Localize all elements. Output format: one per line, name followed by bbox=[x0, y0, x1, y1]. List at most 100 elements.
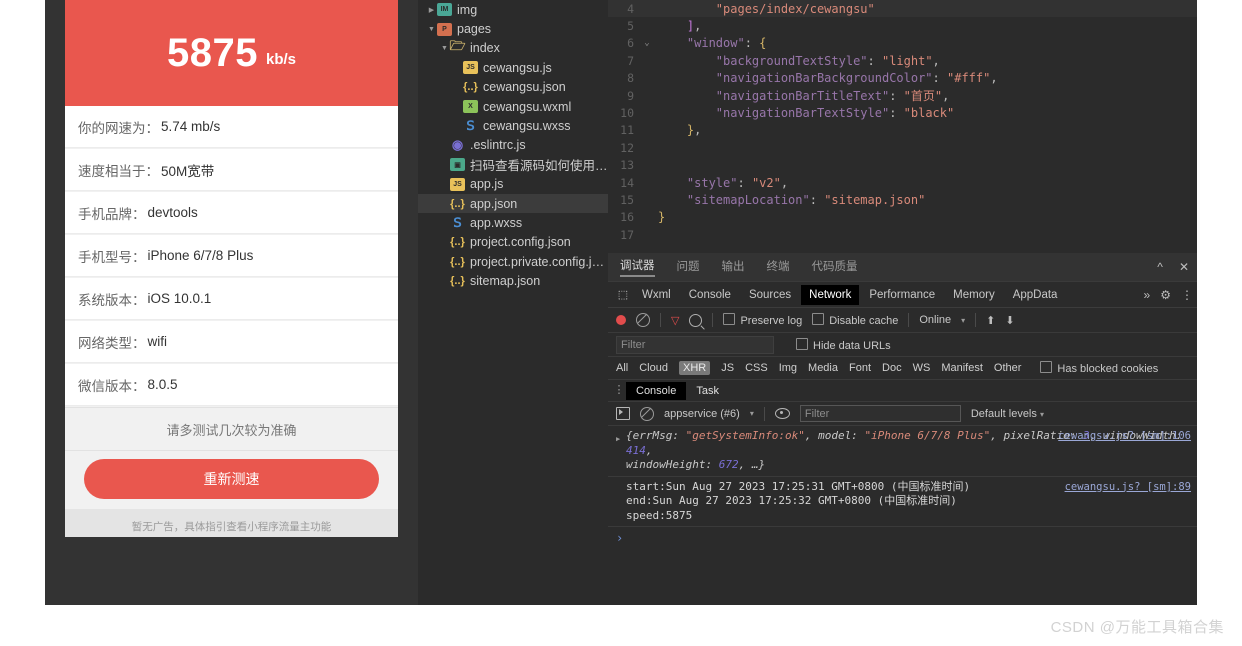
file-tree-item[interactable]: ▣ 扫码查看源码如何使用.... bbox=[418, 155, 608, 174]
preserve-log-checkbox[interactable]: Preserve log bbox=[723, 313, 802, 327]
resource-filter-font[interactable]: Font bbox=[849, 362, 871, 374]
export-har-icon[interactable]: ⬇ bbox=[1005, 314, 1014, 327]
clear-console-icon[interactable] bbox=[640, 406, 654, 421]
inspect-element-icon[interactable]: ⬚ bbox=[612, 288, 634, 301]
code-line[interactable]: 12 bbox=[608, 139, 1197, 156]
drawer-tab-console[interactable]: Console bbox=[626, 381, 687, 400]
more-tabs-icon[interactable]: » bbox=[1144, 288, 1151, 302]
panel-tab-performance[interactable]: Performance bbox=[861, 285, 943, 305]
code-line[interactable]: 16} bbox=[608, 209, 1197, 226]
code-editor[interactable]: 4 "pages/index/cewangsu" 5 ], 6 ⌄ "window":… bbox=[608, 0, 1197, 253]
code-line[interactable]: 5 ], bbox=[608, 17, 1197, 34]
chevron-down-icon[interactable]: ▾ bbox=[750, 409, 754, 418]
code-line[interactable]: 6 ⌄ "window": { bbox=[608, 35, 1197, 52]
console-message-source[interactable]: cewangsu.js? [sm]:89 bbox=[1065, 480, 1191, 495]
expand-triangle-icon[interactable]: ▶ bbox=[616, 432, 620, 447]
network-filter-input[interactable]: Filter bbox=[616, 335, 774, 354]
chevron-down-icon[interactable]: ▾ bbox=[961, 316, 965, 325]
code-line[interactable]: 7 "backgroundTextStyle": "light", bbox=[608, 52, 1197, 69]
kebab-icon[interactable]: ⋮ bbox=[1181, 288, 1193, 302]
panel-tab-appdata[interactable]: AppData bbox=[1005, 285, 1066, 305]
devtools-top-tabbar[interactable]: 调试器 问题 输出 终端 代码质量 ^ ✕ bbox=[608, 253, 1197, 282]
code-line[interactable]: 13 bbox=[608, 157, 1197, 174]
resource-filter-xhr[interactable]: XHR bbox=[678, 361, 711, 375]
file-tree-item[interactable]: 𝖲app.wxss bbox=[418, 213, 608, 232]
funnel-icon[interactable]: ▽ bbox=[671, 314, 679, 327]
panel-tab-memory[interactable]: Memory bbox=[945, 285, 1003, 305]
console-message[interactable]: cewangsu.js? [sm]:89 start:Sun Aug 27 202… bbox=[608, 477, 1197, 527]
clear-icon[interactable] bbox=[636, 313, 650, 327]
code-line[interactable]: 8 "navigationBarBackgroundColor": "#fff"… bbox=[608, 70, 1197, 87]
network-filter-row[interactable]: Filter Hide data URLs bbox=[608, 333, 1197, 357]
file-tree-item[interactable]: ▼ Ppages bbox=[418, 19, 608, 38]
file-tree-item[interactable]: {..} app.json bbox=[418, 193, 608, 214]
file-tree-item[interactable]: ▶ IM img bbox=[418, 0, 608, 19]
file-explorer[interactable]: ▶ IM img ▼ Ppages ▼ 🗁 index JS cewangsu.js {..} cew… bbox=[418, 0, 608, 605]
file-tree-item[interactable]: ◉ .eslintrc.js bbox=[418, 136, 608, 155]
gear-icon[interactable]: ⚙ bbox=[1160, 288, 1171, 302]
close-icon[interactable]: ✕ bbox=[1179, 260, 1189, 274]
collapse-icon[interactable]: ^ bbox=[1157, 260, 1163, 274]
panel-tab-wxml[interactable]: Wxml bbox=[634, 285, 679, 305]
panel-tab-network[interactable]: Network bbox=[801, 284, 860, 305]
search-icon[interactable] bbox=[689, 313, 703, 327]
code-line[interactable]: 4 "pages/index/cewangsu" bbox=[608, 0, 1197, 18]
chevron-right-icon[interactable]: ▶ bbox=[426, 6, 437, 14]
hide-data-urls-checkbox[interactable]: Hide data URLs bbox=[796, 336, 891, 354]
resource-filter-doc[interactable]: Doc bbox=[882, 362, 902, 374]
fold-chevron-icon[interactable]: ⌄ bbox=[640, 38, 654, 48]
console-message[interactable]: ▶ cewangsu.js? [sm]:106 {errMsg: "getSyste… bbox=[608, 426, 1197, 477]
tab-output[interactable]: 输出 bbox=[722, 258, 745, 276]
code-line[interactable]: 15 "sitemapLocation": "sitemap.json" bbox=[608, 191, 1197, 208]
record-icon[interactable] bbox=[616, 315, 626, 325]
console-message-source[interactable]: cewangsu.js? [sm]:106 bbox=[1058, 429, 1191, 444]
resource-type-filters[interactable]: All Cloud XHR JS CSS Img Media Font Doc WS Manifes… bbox=[608, 357, 1197, 380]
file-tree-item[interactable]: {..} project.config.json bbox=[418, 233, 608, 252]
resource-filter-img[interactable]: Img bbox=[779, 362, 797, 374]
tab-terminal[interactable]: 终端 bbox=[767, 258, 790, 276]
console-toolbar[interactable]: appservice (#6) ▾ Filter Default levels … bbox=[608, 402, 1197, 426]
resource-filter-css[interactable]: CSS bbox=[745, 362, 768, 374]
file-tree-item[interactable]: Xcewangsu.wxml bbox=[418, 97, 608, 116]
drawer-tab-task[interactable]: Task bbox=[686, 382, 729, 400]
console-prompt[interactable]: › bbox=[608, 527, 1197, 549]
drawer-kebab-icon[interactable]: ⋮ bbox=[612, 385, 626, 396]
console-filter-input[interactable]: Filter bbox=[799, 405, 961, 422]
file-tree-item[interactable]: JS app.js bbox=[418, 175, 608, 194]
blocked-cookies-checkbox[interactable]: Has blocked cookies bbox=[1040, 361, 1158, 375]
import-har-icon[interactable]: ⬆ bbox=[986, 314, 995, 327]
resource-filter-js[interactable]: JS bbox=[721, 362, 734, 374]
file-tree-item[interactable]: {..} cewangsu.json bbox=[418, 78, 608, 97]
chevron-down-icon[interactable]: ▼ bbox=[439, 45, 450, 52]
tab-problems[interactable]: 问题 bbox=[677, 258, 700, 276]
panel-tab-sources[interactable]: Sources bbox=[741, 285, 799, 305]
code-line[interactable]: 14 "style": "v2", bbox=[608, 174, 1197, 191]
file-tree-item[interactable]: {..} sitemap.json bbox=[418, 271, 608, 290]
console-sidebar-icon[interactable] bbox=[616, 407, 630, 420]
file-tree-item[interactable]: 𝖲cewangsu.wxss bbox=[418, 116, 608, 135]
resource-filter-cloud[interactable]: Cloud bbox=[639, 362, 668, 374]
disable-cache-checkbox[interactable]: Disable cache bbox=[812, 313, 898, 327]
console-levels-select[interactable]: Default levels ▾ bbox=[971, 408, 1044, 420]
live-expression-icon[interactable] bbox=[774, 408, 790, 419]
throttling-select[interactable]: Online bbox=[919, 314, 951, 326]
devtools-panel-tabbar[interactable]: ⬚ Wxml Console Sources Network Performance Mem… bbox=[608, 282, 1197, 308]
chevron-down-icon[interactable]: ▼ bbox=[426, 26, 437, 33]
resource-filter-all[interactable]: All bbox=[616, 362, 628, 374]
tab-debugger[interactable]: 调试器 bbox=[620, 257, 655, 277]
console-context-select[interactable]: appservice (#6) bbox=[664, 408, 740, 420]
resource-filter-ws[interactable]: WS bbox=[913, 362, 931, 374]
resource-filter-manifest[interactable]: Manifest bbox=[941, 362, 983, 374]
network-toolbar[interactable]: ▽ Preserve log Disable cache Online ▾ ⬆ … bbox=[608, 308, 1197, 333]
file-tree-item[interactable]: JS cewangsu.js bbox=[418, 58, 608, 77]
tab-code-quality[interactable]: 代码质量 bbox=[812, 258, 858, 276]
panel-tab-console[interactable]: Console bbox=[681, 285, 739, 305]
code-line[interactable]: 17 bbox=[608, 226, 1197, 243]
resource-filter-other[interactable]: Other bbox=[994, 362, 1022, 374]
code-line[interactable]: 9 "navigationBarTitleText": "首页", bbox=[608, 87, 1197, 104]
drawer-tabbar[interactable]: ⋮ Console Task bbox=[608, 380, 1197, 402]
code-line[interactable]: 10 "navigationBarTextStyle": "black" bbox=[608, 104, 1197, 121]
file-tree-item[interactable]: {..} project.private.config.js... bbox=[418, 252, 608, 271]
file-tree-item[interactable]: ▼ 🗁 index bbox=[418, 39, 608, 58]
code-line[interactable]: 11 }, bbox=[608, 122, 1197, 139]
